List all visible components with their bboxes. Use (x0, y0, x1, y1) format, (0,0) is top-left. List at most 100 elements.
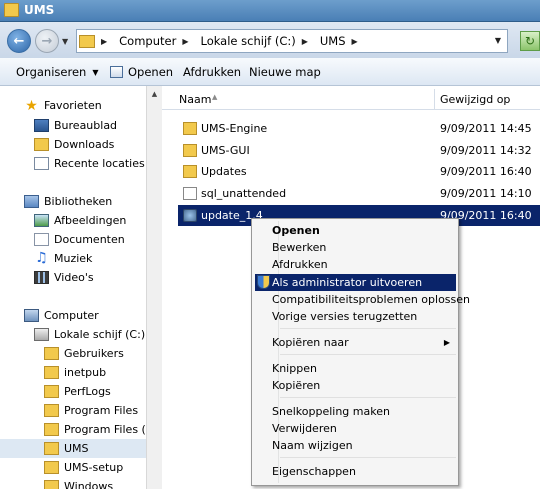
nav-music[interactable]: ♫ Muziek (34, 249, 92, 268)
menu-item-edit[interactable]: Bewerken (255, 239, 456, 256)
column-divider[interactable] (434, 89, 435, 110)
menu-separator (280, 397, 456, 398)
nav-folder-perflogs[interactable]: PerfLogs (44, 382, 111, 401)
menu-item-copy-to[interactable]: Kopiëren naar ▶ (255, 334, 456, 351)
nav-folder-gebruikers[interactable]: Gebruikers (44, 344, 124, 363)
organize-button[interactable]: Organiseren ▼ (16, 65, 98, 79)
navigation-bar: ← → ▼ ▶ Computer ▶ Lokale schijf (C:) ▶ UM… (0, 22, 540, 58)
column-header: Naam ▲ Gewijzigd op (162, 89, 540, 110)
menu-item-troubleshoot-compatibility[interactable]: Compatibiliteitsproblemen oplossen (255, 291, 470, 308)
nav-downloads[interactable]: Downloads (34, 135, 114, 154)
chevron-right-icon: ▶ (301, 36, 308, 46)
menu-item-rename[interactable]: Naam wijzigen (255, 437, 456, 454)
text-file-icon (183, 187, 197, 200)
file-row[interactable]: sql_unattended 9/09/2011 14:10 (178, 183, 540, 204)
documents-icon (34, 233, 49, 246)
breadcrumb-root[interactable]: ▶ (101, 37, 113, 46)
context-menu: Openen Bewerken Afdrukken Als administra… (251, 218, 470, 486)
recent-pages-dropdown[interactable]: ▼ (62, 37, 68, 46)
address-bar[interactable]: ▶ Computer ▶ Lokale schijf (C:) ▶ UMS ▶ ▼ (76, 29, 508, 53)
menu-item-create-shortcut[interactable]: Snelkoppeling maken (255, 403, 456, 420)
nav-pictures[interactable]: Afbeeldingen (34, 211, 126, 230)
menu-item-run-as-administrator[interactable]: Als administrator uitvoeren (255, 274, 456, 291)
arrow-left-icon: ← (13, 33, 25, 49)
computer-icon (24, 309, 39, 322)
new-folder-button[interactable]: Nieuwe map (249, 65, 321, 79)
file-row[interactable]: UMS-Engine 9/09/2011 14:45 (178, 118, 540, 139)
nav-folder-program-files-x86[interactable]: Program Files (x8 (44, 420, 146, 439)
chevron-down-icon: ▼ (92, 67, 99, 77)
folder-icon (4, 3, 19, 17)
file-modified: 9/09/2011 16:40 (440, 165, 532, 178)
menu-item-open[interactable]: Openen (255, 222, 456, 239)
desktop-icon (34, 119, 49, 132)
menu-separator (280, 328, 456, 329)
downloads-folder-icon (34, 138, 49, 151)
menu-separator (280, 354, 456, 355)
folder-icon (44, 442, 59, 455)
file-row[interactable]: Updates 9/09/2011 16:40 (178, 161, 540, 182)
nav-folder-windows[interactable]: Windows (44, 477, 113, 489)
forward-button[interactable]: → (35, 29, 59, 53)
nav-recent-places[interactable]: Recente locaties (34, 154, 145, 173)
folder-icon (44, 385, 59, 398)
command-bar: Organiseren ▼ Openen Afdrukken Nieuwe map (0, 58, 540, 86)
nav-favorites[interactable]: ★ Favorieten (24, 96, 101, 115)
menu-item-delete[interactable]: Verwijderen (255, 420, 456, 437)
navigation-pane: ★ Favorieten Bureaublad Downloads Recente… (0, 86, 146, 489)
column-modified-header[interactable]: Gewijzigd op (440, 93, 510, 106)
menu-item-print[interactable]: Afdrukken (255, 256, 456, 273)
menu-item-restore-previous-versions[interactable]: Vorige versies terugzetten (255, 308, 456, 325)
back-button[interactable]: ← (7, 29, 31, 53)
music-icon: ♫ (35, 250, 48, 266)
libraries-icon (24, 195, 39, 208)
nav-documents[interactable]: Documenten (34, 230, 125, 249)
nav-folder-ums[interactable]: UMS (0, 439, 146, 458)
sort-ascending-icon: ▲ (212, 93, 218, 101)
scroll-up-arrow-icon[interactable]: ▲ (148, 88, 161, 101)
folder-icon (183, 122, 197, 135)
executable-icon (183, 209, 197, 222)
breadcrumb-drive[interactable]: Lokale schijf (C:) ▶ (200, 34, 313, 48)
videos-icon (34, 271, 49, 284)
nav-libraries[interactable]: Bibliotheken (24, 192, 112, 211)
nav-computer[interactable]: Computer (24, 306, 99, 325)
chevron-right-icon: ▶ (101, 36, 108, 46)
nav-videos[interactable]: Video's (34, 268, 94, 287)
folder-icon (183, 165, 197, 178)
refresh-icon: ↻ (524, 34, 536, 48)
file-name: Updates (201, 165, 247, 178)
chevron-right-icon: ▶ (182, 36, 189, 46)
nav-folder-inetpub[interactable]: inetpub (44, 363, 106, 382)
menu-separator (280, 457, 456, 458)
menu-item-copy[interactable]: Kopiëren (255, 377, 456, 394)
open-icon (110, 66, 123, 78)
star-icon: ★ (25, 97, 38, 114)
folder-icon (44, 404, 59, 417)
nav-local-disk-c[interactable]: Lokale schijf (C:) (34, 325, 145, 344)
uac-shield-icon (257, 275, 270, 289)
nav-folder-ums-setup[interactable]: UMS-setup (44, 458, 123, 477)
column-name-header[interactable]: Naam (179, 93, 211, 106)
arrow-right-icon: → (41, 33, 53, 49)
nav-folder-program-files[interactable]: Program Files (44, 401, 138, 420)
nav-desktop[interactable]: Bureaublad (34, 116, 117, 135)
file-modified: 9/09/2011 14:10 (440, 187, 532, 200)
open-button[interactable]: Openen (110, 65, 173, 79)
breadcrumb-computer[interactable]: Computer ▶ (119, 34, 194, 48)
print-button[interactable]: Afdrukken (183, 65, 241, 79)
folder-icon (79, 34, 95, 48)
address-dropdown-icon[interactable]: ▼ (495, 36, 501, 45)
folder-icon (183, 144, 197, 157)
refresh-button[interactable]: ↻ (520, 31, 540, 51)
title-bar[interactable]: UMS (0, 0, 540, 22)
navigation-scrollbar[interactable]: ▲ (146, 86, 162, 489)
file-name: sql_unattended (201, 187, 287, 200)
menu-item-properties[interactable]: Eigenschappen (255, 463, 456, 480)
file-name: UMS-GUI (201, 144, 250, 157)
file-modified: 9/09/2011 14:45 (440, 122, 532, 135)
chevron-right-icon: ▶ (351, 36, 358, 46)
menu-item-cut[interactable]: Knippen (255, 360, 456, 377)
breadcrumb-ums[interactable]: UMS ▶ (320, 34, 364, 48)
file-row[interactable]: UMS-GUI 9/09/2011 14:32 (178, 140, 540, 161)
